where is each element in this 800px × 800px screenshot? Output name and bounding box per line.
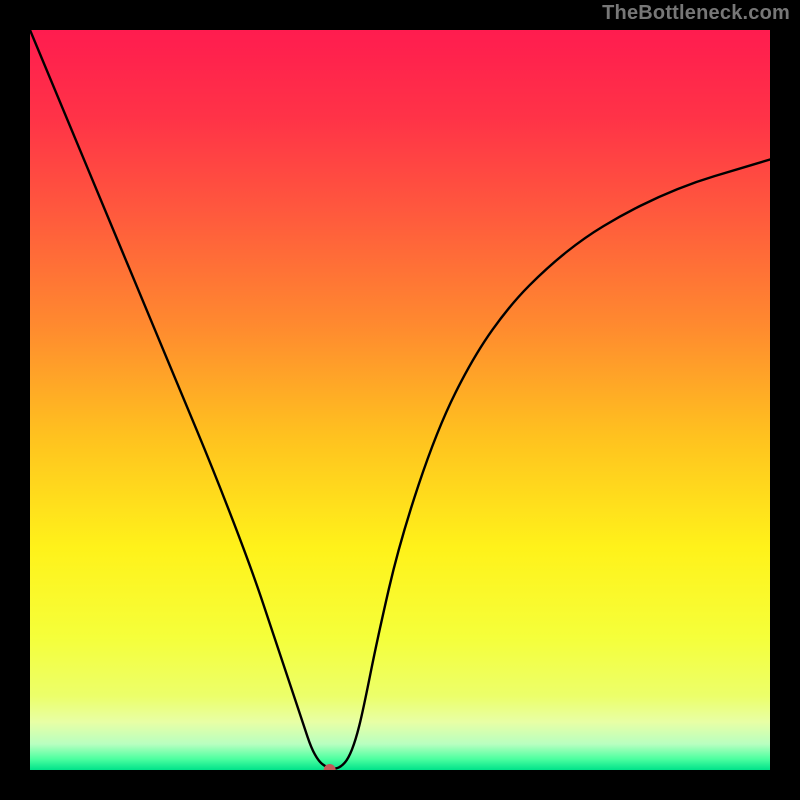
- chart-svg: [30, 30, 770, 770]
- chart-stage: TheBottleneck.com: [0, 0, 800, 800]
- plot-area: [30, 30, 770, 770]
- watermark-label: TheBottleneck.com: [602, 2, 790, 25]
- gradient-bg: [30, 30, 770, 770]
